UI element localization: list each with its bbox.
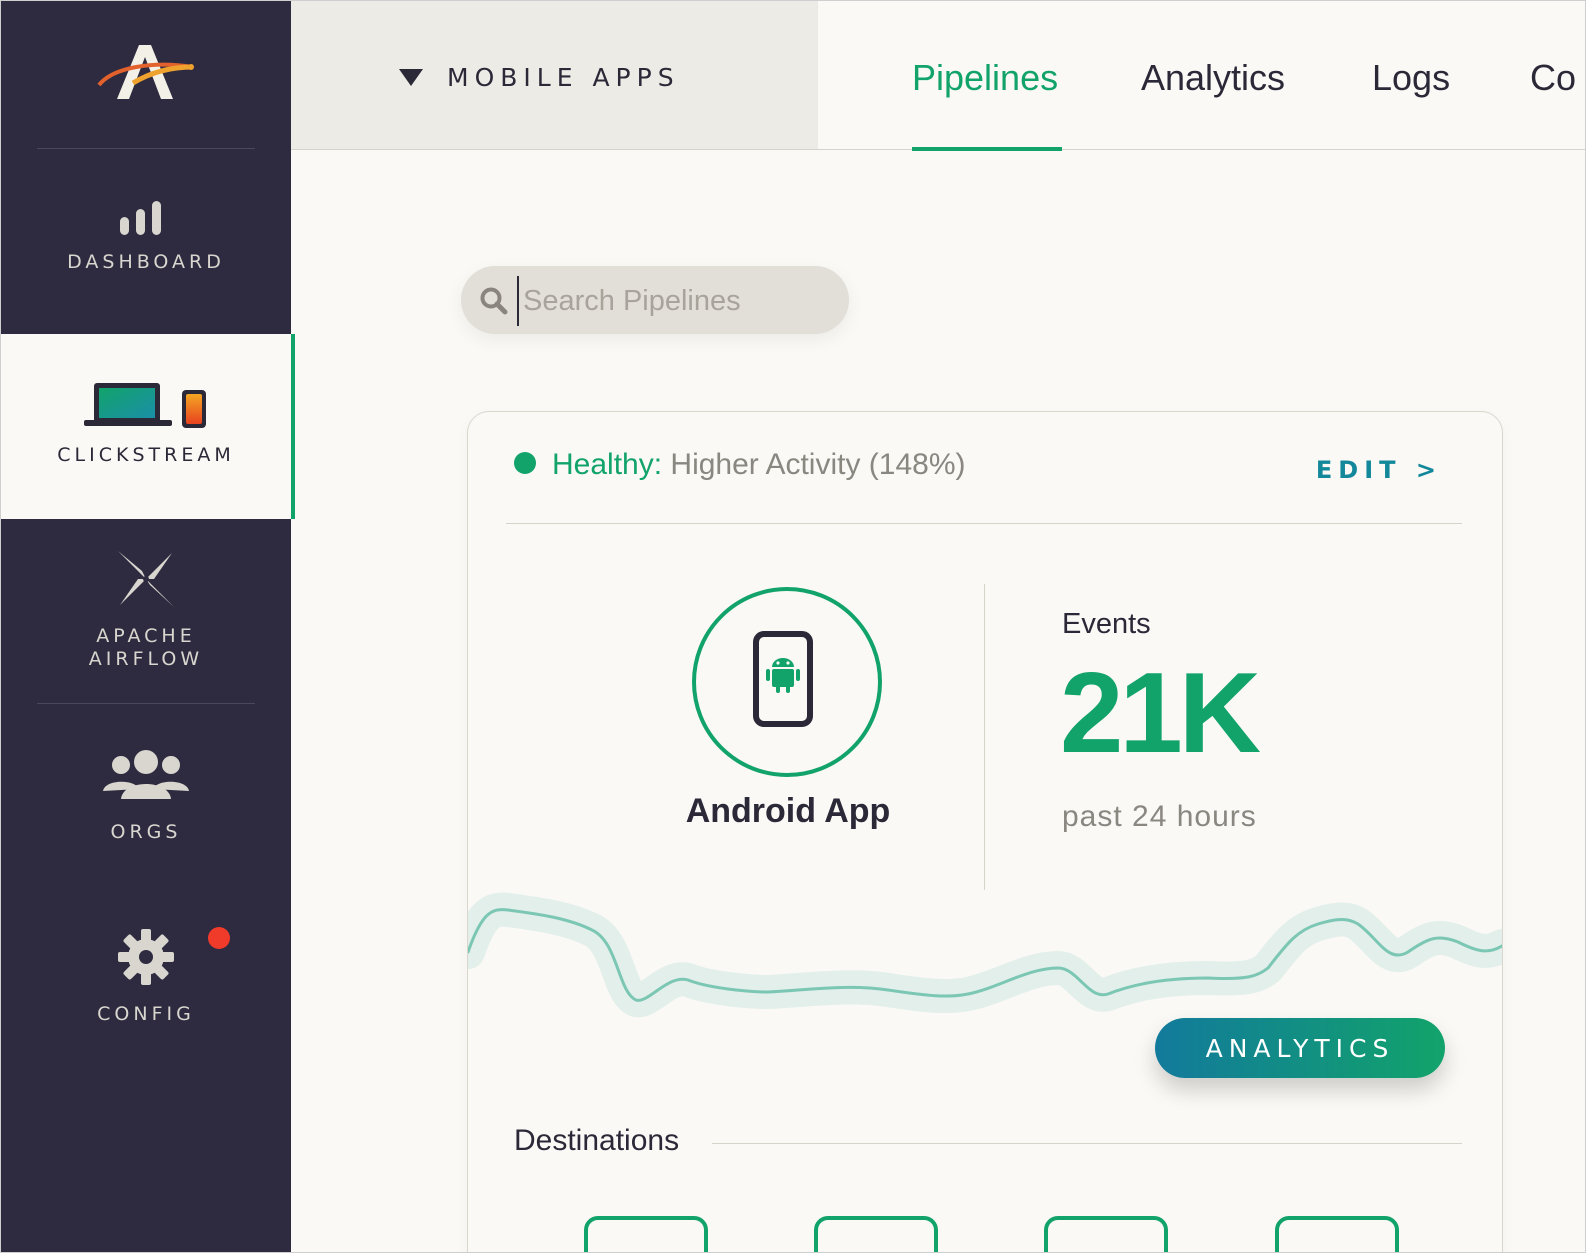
tab-co[interactable]: Co [1530, 57, 1576, 99]
sidebar-item-apache-airflow[interactable]: APACHE AIRFLOW [1, 549, 291, 671]
people-icon [103, 750, 189, 799]
pipeline-card: Healthy: Higher Activity (148%) EDIT > A… [467, 411, 1503, 1252]
sidebar-item-config[interactable]: CONFIG [1, 927, 291, 1026]
sidebar-item-label: APACHE [96, 625, 196, 647]
tab-bar: Pipelines Analytics Logs Co [818, 1, 1585, 150]
sidebar-item-dashboard[interactable]: DASHBOARD [1, 191, 291, 274]
destinations-label: Destinations [514, 1124, 680, 1157]
destination-item[interactable] [584, 1216, 708, 1252]
analytics-button[interactable]: ANALYTICS [1155, 1018, 1445, 1078]
tab-logs[interactable]: Logs [1372, 57, 1450, 99]
notification-badge [208, 927, 230, 949]
sidebar-item-label-line2: AIRFLOW [88, 648, 204, 670]
app-selector-label: MOBILE APPS [447, 63, 680, 92]
events-period: past 24 hours [1062, 800, 1257, 833]
events-value: 21K [1060, 650, 1261, 777]
destination-item[interactable] [1044, 1216, 1168, 1252]
sidebar-item-label: DASHBOARD [67, 251, 225, 273]
app-window: DASHBOARD CLICKSTREAM APACHE AIRFLOW ORG… [0, 0, 1586, 1253]
pipeline-status: Healthy: Higher Activity (148%) [514, 448, 966, 482]
sidebar-item-orgs[interactable]: ORGS [1, 749, 291, 844]
status-detail: Higher Activity (148%) [670, 448, 966, 481]
app-selector-dropdown[interactable]: MOBILE APPS [291, 1, 819, 150]
dropdown-caret-icon [399, 69, 423, 86]
search-input[interactable] [517, 276, 835, 326]
sidebar-item-label: CONFIG [97, 1003, 195, 1025]
logo-icon [97, 45, 194, 99]
edit-link[interactable]: EDIT > [1316, 456, 1442, 484]
bar-chart-icon [120, 201, 161, 235]
tab-analytics[interactable]: Analytics [1141, 57, 1285, 99]
status-dot-icon [514, 452, 536, 475]
stats-divider [984, 584, 985, 890]
pinwheel-icon [118, 551, 174, 607]
sidebar: DASHBOARD CLICKSTREAM APACHE AIRFLOW ORG… [1, 1, 295, 1252]
app-logo[interactable] [1, 1, 291, 149]
events-label: Events [1062, 608, 1151, 640]
destination-item[interactable] [1275, 1216, 1399, 1252]
android-phone-icon [753, 631, 813, 727]
search-bar [461, 266, 849, 334]
active-tab-indicator [912, 147, 1062, 151]
sidebar-item-label: CLICKSTREAM [57, 444, 235, 466]
sidebar-item-clickstream[interactable]: CLICKSTREAM [1, 334, 295, 519]
sidebar-divider [37, 148, 255, 149]
destinations-divider [712, 1143, 1462, 1144]
sidebar-item-label: ORGS [110, 821, 182, 843]
laptop-phone-icon [84, 383, 206, 428]
source-name: Android App [685, 792, 891, 830]
source-icon-circle[interactable] [692, 587, 882, 777]
destination-item[interactable] [814, 1216, 938, 1252]
tab-pipelines[interactable]: Pipelines [912, 57, 1058, 99]
sidebar-divider [37, 703, 255, 704]
card-divider [506, 523, 1462, 524]
gear-icon [118, 929, 174, 985]
status-key: Healthy: [552, 448, 663, 481]
search-icon [480, 287, 508, 315]
